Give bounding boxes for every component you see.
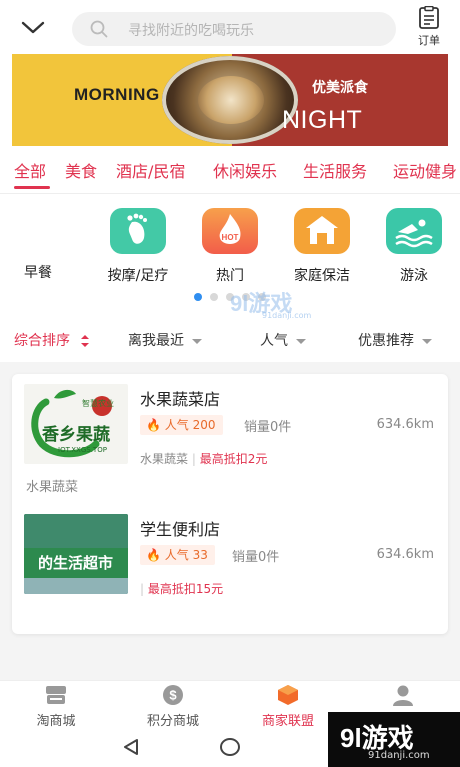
shop-list-card: 智慧农业 香乡果蔬 IOT.XXGS.TOP 水果蔬菜店 🔥 人气 200 销量… (12, 374, 448, 634)
popularity-badge: 🔥 人气 200 (140, 415, 223, 435)
tab-sports[interactable]: 运动健身 (393, 158, 457, 182)
home-circle-icon[interactable] (220, 738, 240, 756)
shop-name: 学生便利店 (140, 520, 221, 539)
grid-item-cleaning[interactable]: 家庭保洁 (280, 204, 364, 285)
category-tabs: 全部 美食 酒店/民宿 休闲娱乐 生活服务 运动健身 (0, 158, 460, 189)
sort-popularity[interactable]: 人气 (260, 330, 306, 350)
service-grid: 按摩/足疗 HOT 热门 家庭保洁 游泳 (0, 204, 460, 284)
sort-label: 离我最近 (128, 333, 184, 349)
sort-default[interactable]: 综合排序 (14, 330, 90, 350)
shop-item[interactable]: 智慧农业 香乡果蔬 IOT.XXGS.TOP 水果蔬菜店 🔥 人气 200 销量… (12, 374, 448, 498)
storefront-text: 的生活超市 (38, 554, 114, 572)
sort-nearest[interactable]: 离我最近 (128, 330, 202, 350)
shop-item[interactable]: 的生活超市 学生便利店 🔥 人气 33 销量0件 634.6km | 最高抵扣1… (12, 504, 448, 614)
sort-label: 综合排序 (14, 333, 70, 349)
tab-merchant-alliance[interactable]: 商家联盟 (242, 681, 334, 729)
divider (0, 193, 460, 194)
shop-logo-image: 智慧农业 香乡果蔬 IOT.XXGS.TOP (24, 384, 128, 464)
chevron-down-icon (296, 338, 306, 344)
order-label: 订单 (418, 34, 440, 47)
tab-food[interactable]: 美食 (65, 158, 97, 182)
banner-night-text: NIGHT (282, 106, 363, 134)
grid-item-swim[interactable]: 游泳 (372, 204, 456, 285)
flame-icon: 🔥 (146, 418, 161, 432)
sort-discount[interactable]: 优惠推荐 (358, 330, 432, 350)
logo-sub-text: 智慧农业 (82, 399, 114, 408)
shop-tagline: | 最高抵扣15元 (140, 582, 224, 596)
tab-label: 商家联盟 (261, 714, 314, 729)
order-button[interactable]: 订单 (412, 6, 446, 52)
logo-text: 香乡果蔬 (42, 425, 110, 445)
tab-all[interactable]: 全部 (14, 158, 46, 182)
banner-morning-text: MORNING (74, 85, 160, 104)
grid-item-hot[interactable]: HOT 热门 (188, 204, 272, 285)
back-triangle-icon[interactable] (122, 738, 140, 756)
grid-label: 热门 (216, 268, 244, 284)
sort-toggle-icon (81, 335, 90, 347)
tab-leisure[interactable]: 休闲娱乐 (213, 158, 277, 182)
sort-bar: 综合排序 离我最近 人气 优惠推荐 (0, 322, 460, 358)
shop-subcategory: 水果蔬菜 (26, 480, 79, 495)
grid-label: 游泳 (400, 268, 428, 284)
chevron-down-icon (192, 338, 202, 344)
dumpling-image (198, 76, 264, 124)
search-icon (90, 20, 108, 38)
alliance-icon (278, 685, 298, 705)
shop-tagline: 水果蔬菜 | 最高抵扣2元 (140, 452, 268, 466)
pager-dot (194, 293, 202, 301)
shop-storefront-image: 的生活超市 (24, 514, 128, 594)
grid-label: 家庭保洁 (294, 268, 350, 284)
tab-hotel[interactable]: 酒店/民宿 (116, 158, 185, 182)
active-tab-indicator (14, 186, 50, 189)
promo-banner[interactable]: MORNING 优美派食 NIGHT (12, 54, 448, 146)
sort-label: 人气 (260, 333, 288, 349)
popularity-badge: 🔥 人气 33 (140, 545, 215, 565)
grid-item-breakfast[interactable]: 早餐 (24, 262, 52, 282)
tab-points-mall[interactable]: $ 积分商城 (127, 681, 219, 729)
tab-store[interactable]: 淘商城 (10, 681, 102, 729)
tab-label: 淘商城 (36, 714, 76, 729)
swim-icon (386, 208, 442, 254)
coin-icon: $ (163, 685, 183, 705)
hot-flame-icon: HOT (202, 208, 258, 254)
store-icon (46, 686, 66, 704)
watermark-url: 91danji.com (262, 311, 312, 320)
shop-name: 水果蔬菜店 (140, 390, 221, 409)
distance: 634.6km (376, 547, 434, 562)
tab-label: 积分商城 (146, 714, 199, 729)
chevron-down-icon[interactable] (18, 15, 48, 39)
sales-count: 销量0件 (232, 550, 280, 565)
grid-label: 按摩/足疗 (107, 268, 169, 284)
tab-life-service[interactable]: 生活服务 (303, 158, 367, 182)
watermark-url: 91danji.com (368, 750, 430, 761)
grid-item-massage[interactable]: 按摩/足疗 (96, 204, 180, 285)
sort-label: 优惠推荐 (358, 333, 414, 349)
watermark-badge: 9l游戏 91danji.com (328, 712, 460, 767)
logo-url-text: IOT.XXGS.TOP (58, 446, 107, 454)
svg-text:$: $ (169, 688, 177, 703)
foot-icon (110, 208, 166, 254)
top-bar: 寻找附近的吃喝玩乐 订单 (0, 0, 460, 52)
banner-brand-text: 优美派食 (312, 80, 368, 96)
distance: 634.6km (376, 417, 434, 432)
svg-text:HOT: HOT (222, 233, 239, 242)
chevron-down-icon (422, 338, 432, 344)
order-list-icon (419, 6, 439, 29)
search-placeholder: 寻找附近的吃喝玩乐 (128, 23, 254, 39)
search-input[interactable]: 寻找附近的吃喝玩乐 (72, 12, 396, 46)
user-icon (393, 685, 413, 706)
house-icon (294, 208, 350, 254)
flame-icon: 🔥 (146, 548, 161, 562)
pager-dot (210, 293, 218, 301)
sales-count: 销量0件 (244, 420, 292, 435)
